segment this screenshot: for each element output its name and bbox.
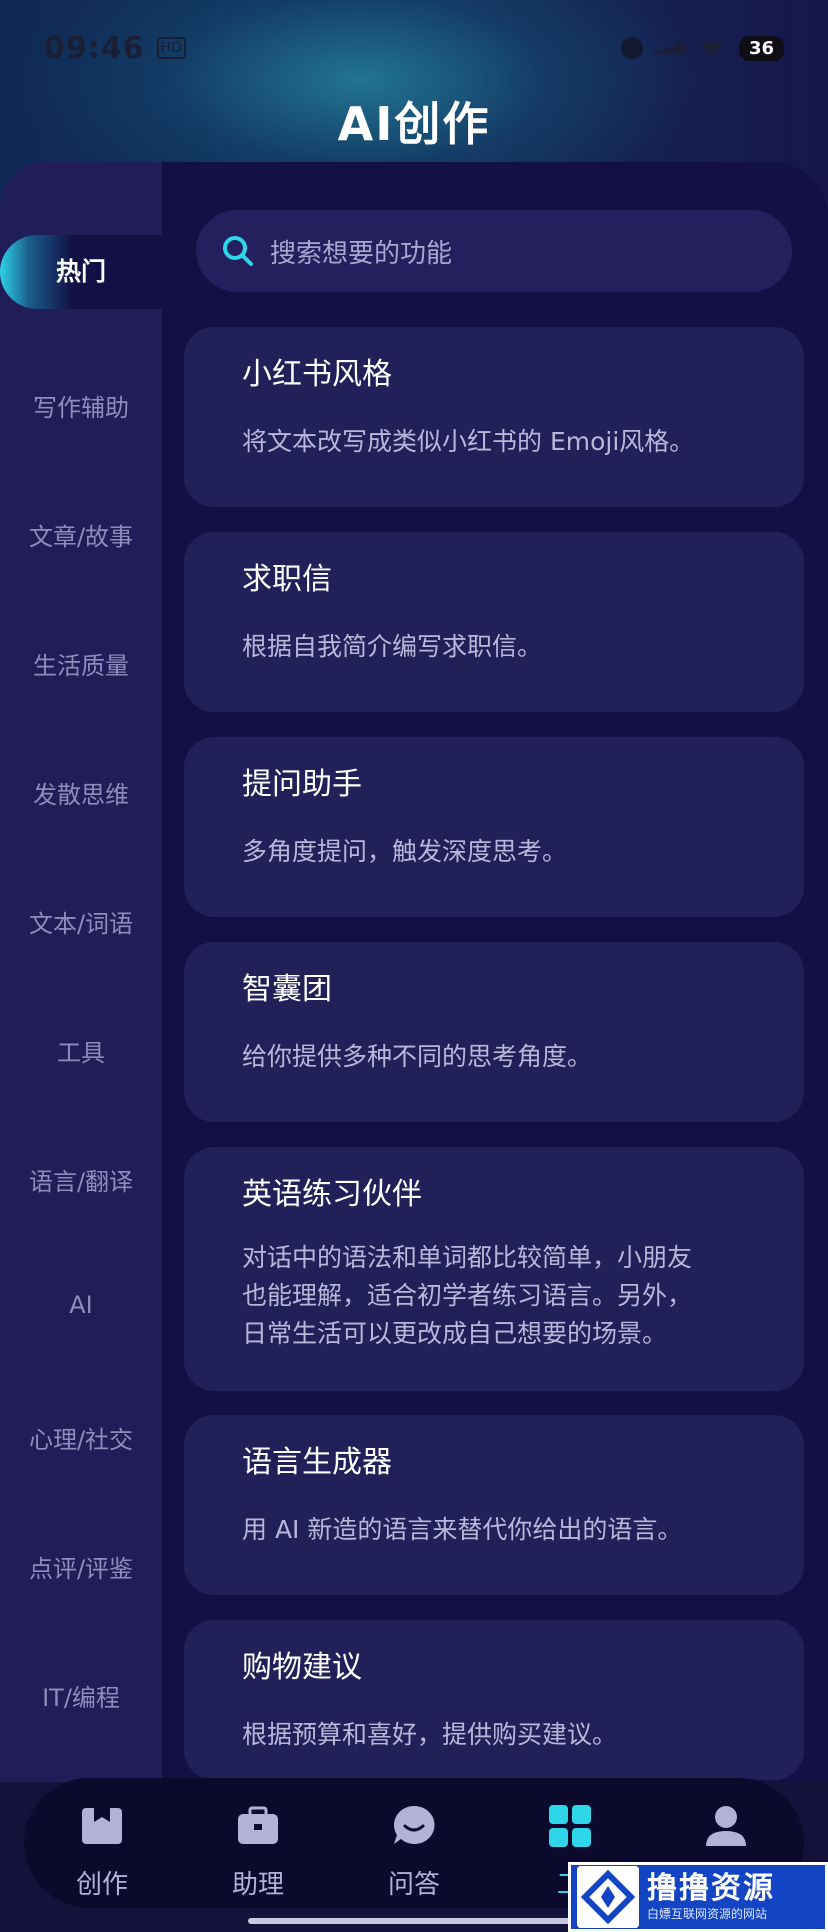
watermark-subtitle: 白嫖互联网资源的网站 <box>647 1907 768 1921</box>
card-description: 根据自我简介编写求职信。 <box>242 632 543 661</box>
user-icon <box>706 1806 746 1846</box>
search-bar[interactable]: 搜索想要的功能 <box>196 210 792 292</box>
search-icon <box>223 236 253 266</box>
sidebar-item-tools[interactable]: 工具 <box>0 1033 162 1068</box>
watermark-badge: 撸撸资源 白嫖互联网资源的网站 <box>568 1862 828 1932</box>
card-description: 根据预算和喜好，提供购买建议。 <box>242 1720 618 1749</box>
search-placeholder: 搜索想要的功能 <box>270 238 453 269</box>
card-description: 用 AI 新造的语言来替代你给出的语言。 <box>242 1515 683 1544</box>
feature-card-language-generator[interactable]: 语言生成器 用 AI 新造的语言来替代你给出的语言。 <box>184 1415 804 1595</box>
inbox-box-icon <box>82 1808 122 1844</box>
watermark-logo-icon <box>577 1866 639 1928</box>
card-description-line: 日常生活可以更改成自己想要的场景。 <box>242 1319 668 1348</box>
card-title: 求职信 <box>242 562 332 597</box>
card-title: 英语练习伙伴 <box>242 1177 422 1212</box>
watermark-title: 撸撸资源 <box>647 1871 775 1906</box>
briefcase-icon <box>238 1806 278 1844</box>
feature-card-xiaohongshu[interactable]: 小红书风格 将文本改写成类似小红书的 Emoji风格。 <box>184 327 804 507</box>
wifi-icon <box>700 40 723 57</box>
card-description: 将文本改写成类似小红书的 Emoji风格。 <box>242 427 695 456</box>
feature-card-question-assistant[interactable]: 提问助手 多角度提问，触发深度思考。 <box>184 737 804 917</box>
nav-label: 助理 <box>231 1870 284 1900</box>
sidebar-item-review[interactable]: 点评/评鉴 <box>0 1549 162 1584</box>
status-bar: 09:46 HD ▂▄▆ 36 <box>0 0 828 96</box>
sidebar-item-writing[interactable]: 写作辅助 <box>0 388 162 423</box>
app-notification-icon <box>620 37 643 59</box>
nav-item-qa[interactable]: 问答 <box>364 1778 464 1908</box>
watermark-text: 撸撸资源 白嫖互联网资源的网站 <box>647 1872 775 1922</box>
card-description: 给你提供多种不同的思考角度。 <box>242 1042 593 1071</box>
feature-card-cover-letter[interactable]: 求职信 根据自我简介编写求职信。 <box>184 532 804 712</box>
sidebar-item-language[interactable]: 语言/翻译 <box>0 1162 162 1197</box>
sidebar-item-life[interactable]: 生活质量 <box>0 646 162 681</box>
card-description: 对话中的语法和单词都比较简单，小朋友 也能理解，适合初学者练习语言。另外， 日常… <box>242 1239 746 1353</box>
grid-icon <box>549 1805 591 1847</box>
card-description-line: 对话中的语法和单词都比较简单，小朋友 <box>242 1243 693 1272</box>
status-time: 09:46 <box>44 30 145 66</box>
card-title: 购物建议 <box>242 1650 362 1685</box>
page-title: AI创作 <box>337 97 491 151</box>
card-description: 多角度提问，触发深度思考。 <box>242 837 568 866</box>
sidebar-item-psychology[interactable]: 心理/社交 <box>0 1420 162 1455</box>
feature-card-shopping-advice[interactable]: 购物建议 根据预算和喜好，提供购买建议。 <box>184 1620 804 1780</box>
sidebar-item-hot[interactable]: 热门 <box>0 235 162 309</box>
status-right: ▂▄▆ 36 <box>620 35 784 61</box>
sidebar-item-text[interactable]: 文本/词语 <box>0 904 162 939</box>
home-indicator <box>248 1918 580 1924</box>
feature-card-think-tank[interactable]: 智囊团 给你提供多种不同的思考角度。 <box>184 942 804 1122</box>
chat-bubble-icon <box>394 1805 435 1844</box>
card-description-line: 也能理解，适合初学者练习语言。另外， <box>242 1281 693 1310</box>
signal-icon: ▂▄▆ <box>654 40 685 55</box>
card-title: 智囊团 <box>242 972 332 1007</box>
battery-indicator: 36 <box>738 35 784 61</box>
nav-item-create[interactable]: 创作 <box>52 1778 152 1908</box>
status-hd-icon: HD <box>156 37 186 59</box>
card-title: 提问助手 <box>242 767 362 802</box>
feature-card-english-partner[interactable]: 英语练习伙伴 对话中的语法和单词都比较简单，小朋友 也能理解，适合初学者练习语言… <box>184 1147 804 1391</box>
card-title: 小红书风格 <box>242 357 392 392</box>
nav-label: 问答 <box>387 1870 440 1900</box>
sidebar-item-divergent[interactable]: 发散思维 <box>0 775 162 810</box>
nav-item-assistant[interactable]: 助理 <box>208 1778 308 1908</box>
card-title: 语言生成器 <box>242 1445 392 1480</box>
sidebar-item-ai[interactable]: AI <box>0 1291 162 1319</box>
nav-label: 创作 <box>75 1870 128 1900</box>
sidebar-item-article[interactable]: 文章/故事 <box>0 517 162 552</box>
sidebar-item-it[interactable]: IT/编程 <box>0 1678 162 1713</box>
